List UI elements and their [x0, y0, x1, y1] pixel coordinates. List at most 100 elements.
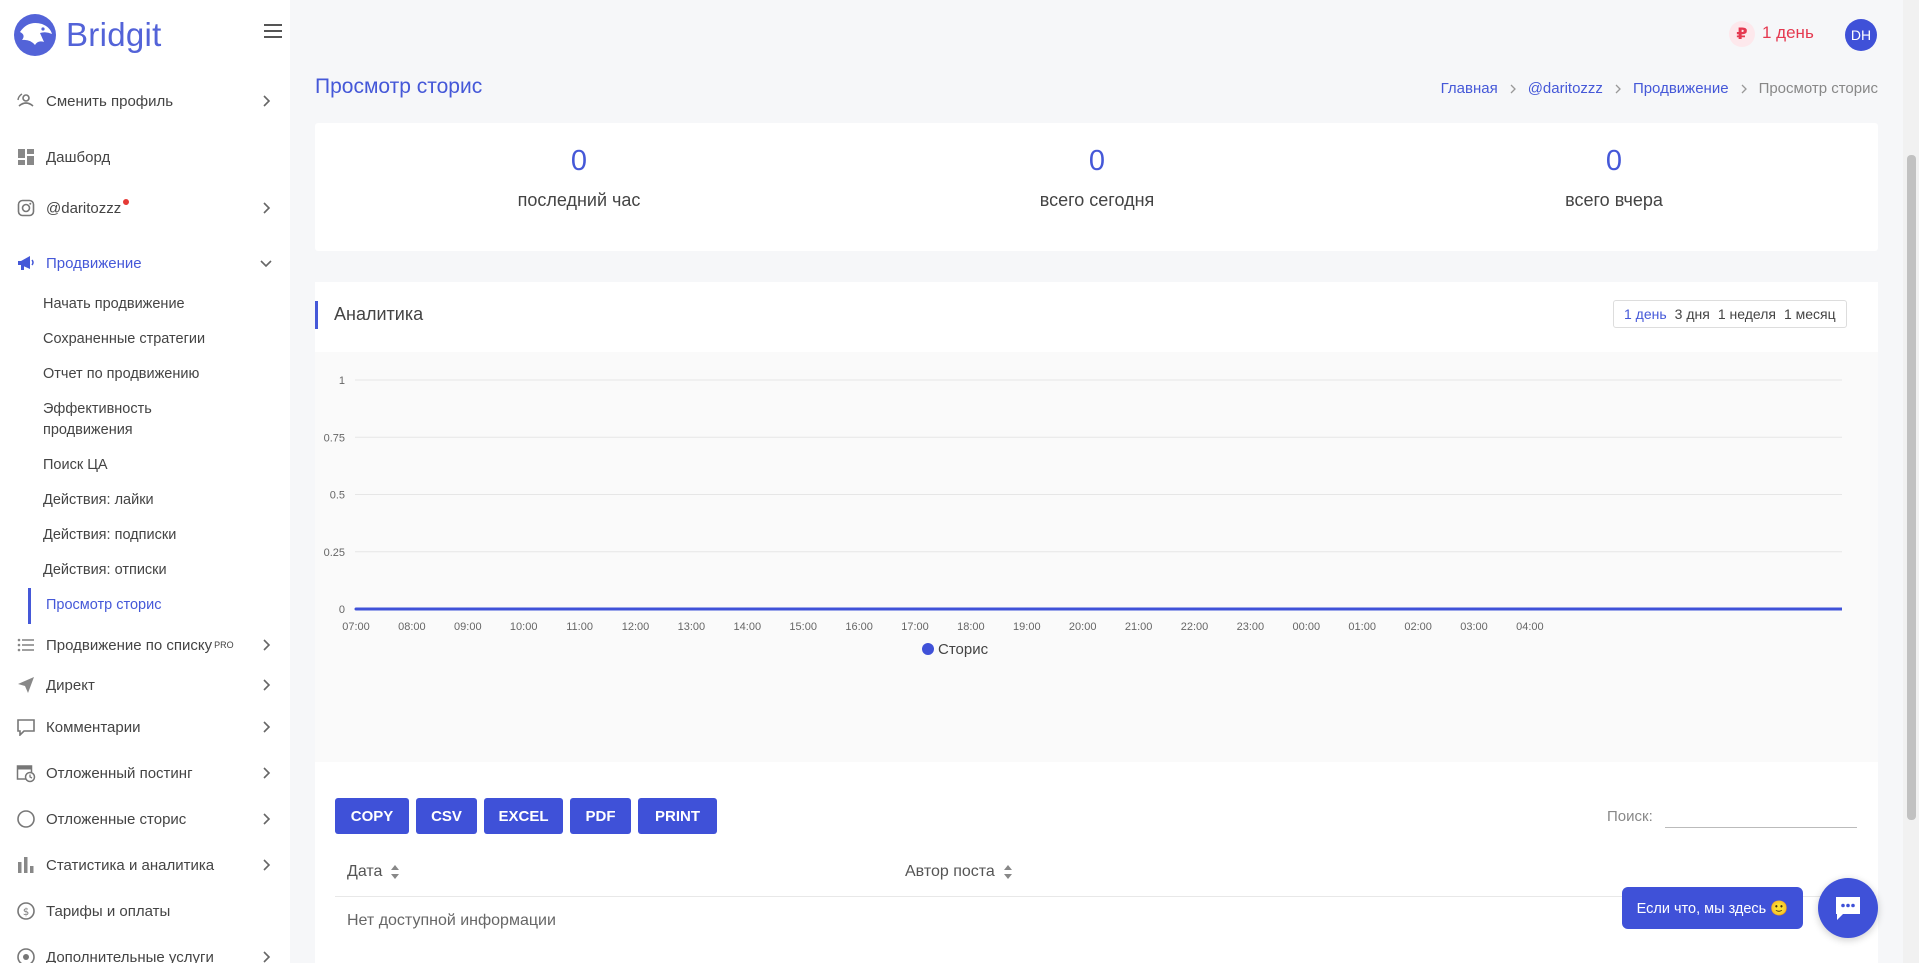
chart-area: 0 0.25 0.5 0.75 1 07:00 08:00 09:00 10:00 11:00 12… — [315, 352, 1878, 762]
subitem-audience-search[interactable]: Поиск ЦА — [43, 455, 243, 476]
chat-prompt[interactable]: Если что, мы здесь 🙂 — [1622, 887, 1803, 929]
data-point — [522, 607, 526, 611]
plan-remaining[interactable]: 1 день — [1762, 23, 1814, 43]
sidebar-item-scheduled-posting[interactable]: Отложенный постинг — [14, 756, 274, 790]
sort-icon — [1003, 865, 1012, 879]
circle-icon — [14, 807, 38, 831]
chevron-down-icon — [260, 260, 272, 268]
data-point — [969, 607, 973, 611]
x-tick-label: 09:00 — [454, 621, 482, 633]
data-point — [1416, 607, 1420, 611]
x-tick-label: 03:00 — [1460, 621, 1488, 633]
x-tick-label: 15:00 — [789, 621, 817, 633]
x-tick-label: 16:00 — [845, 621, 873, 633]
x-tick-label: 02:00 — [1404, 621, 1432, 633]
y-tick-label: 1 — [339, 375, 345, 387]
print-button[interactable]: PRINT — [638, 798, 717, 834]
sidebar-item-comments[interactable]: Комментарии — [14, 710, 274, 744]
subitem-promotion-report[interactable]: Отчет по продвижению — [43, 364, 243, 385]
sidebar-item-label: @daritozzz — [46, 199, 122, 217]
calendar-clock-icon — [14, 761, 38, 785]
legend-label: Сторис — [938, 641, 989, 658]
search-input[interactable] — [1665, 798, 1857, 828]
page-title: Просмотр сторис — [315, 75, 483, 98]
subitem-actions-unfollows[interactable]: Действия: отписки — [43, 560, 243, 581]
excel-button[interactable]: EXCEL — [484, 798, 563, 834]
copy-button[interactable]: COPY — [335, 798, 409, 834]
range-3-days[interactable]: 3 дня — [1675, 306, 1710, 322]
sidebar-item-billing[interactable]: $ Тарифы и оплаты — [14, 894, 274, 928]
stat-value: 0 — [1088, 145, 1106, 177]
dollar-icon: $ — [14, 899, 38, 923]
subitem-actions-likes[interactable]: Действия: лайки — [43, 490, 243, 511]
sidebar-item-label: Тарифы и оплаты — [46, 902, 171, 920]
chevron-right-icon — [263, 95, 271, 107]
range-1-day[interactable]: 1 день — [1624, 306, 1667, 322]
y-tick-label: 0.25 — [324, 547, 345, 559]
sidebar-item-label: Дополнительные услуги — [46, 948, 214, 963]
menu-toggle-icon[interactable] — [264, 24, 282, 38]
x-tick-label: 17:00 — [901, 621, 929, 633]
scrollbar[interactable] — [1903, 0, 1919, 963]
csv-button[interactable]: CSV — [416, 798, 477, 834]
sidebar-item-scheduled-stories[interactable]: Отложенные сторис — [14, 802, 274, 836]
data-point — [745, 607, 749, 611]
sidebar-item-dashboard[interactable]: Дашборд — [14, 140, 274, 174]
column-date[interactable]: Дата — [347, 863, 400, 881]
subitem-saved-strategies[interactable]: Сохраненные стратегии — [43, 329, 243, 350]
breadcrumb-home[interactable]: Главная — [1441, 80, 1498, 97]
stat-label: всего вчера — [1565, 190, 1663, 210]
sidebar-item-list-promotion[interactable]: Продвижение по списку PRO — [14, 628, 274, 662]
currency-icon[interactable]: ₽ — [1729, 21, 1755, 47]
brand[interactable]: Bridgit — [10, 12, 162, 58]
sidebar-item-label: Отложенный постинг — [46, 764, 193, 782]
subitem-promotion-efficiency[interactable]: Эффективность продвижения — [43, 399, 193, 441]
chevron-right-icon — [1615, 84, 1621, 93]
range-1-month[interactable]: 1 месяц — [1784, 306, 1836, 322]
x-tick-label: 07:00 — [342, 621, 370, 633]
sidebar-item-account[interactable]: @daritozzz — [14, 191, 274, 225]
breadcrumb-promotion[interactable]: Продвижение — [1633, 80, 1729, 97]
legend-marker — [922, 643, 934, 655]
subitem-start-promotion[interactable]: Начать продвижение — [43, 294, 243, 315]
data-point — [1472, 607, 1476, 611]
empty-table-message: Нет доступной информации — [347, 912, 556, 929]
sidebar-item-direct[interactable]: Директ — [14, 668, 274, 702]
data-point — [634, 607, 637, 611]
x-tick-label: 23:00 — [1237, 621, 1265, 633]
x-tick-label: 11:00 — [566, 621, 593, 633]
data-point — [466, 607, 470, 611]
avatar[interactable]: DH — [1845, 19, 1877, 51]
range-1-week[interactable]: 1 неделя — [1718, 306, 1776, 322]
pdf-button[interactable]: PDF — [570, 798, 631, 834]
breadcrumb-account[interactable]: @daritozzz — [1528, 80, 1603, 97]
chat-button[interactable] — [1818, 878, 1878, 938]
megaphone-icon — [14, 251, 38, 275]
sidebar-item-extra-services[interactable]: Дополнительные услуги — [14, 940, 274, 963]
x-tick-label: 13:00 — [678, 621, 706, 633]
subitem-stories-view[interactable]: Просмотр сторис — [46, 595, 246, 616]
stat-label: всего сегодня — [1039, 190, 1155, 210]
breadcrumb-current: Просмотр сторис — [1758, 80, 1878, 97]
scroll-thumb[interactable] — [1907, 155, 1916, 820]
column-post-author[interactable]: Автор поста — [905, 863, 1013, 881]
sidebar-item-promotion[interactable]: Продвижение — [14, 246, 274, 280]
x-tick-label: 19:00 — [1013, 621, 1041, 633]
y-tick-label: 0.5 — [330, 490, 345, 502]
subitem-actions-follows[interactable]: Действия: подписки — [43, 525, 243, 546]
breadcrumb: Главная @daritozzz Продвижение Просмотр … — [1441, 80, 1878, 97]
analytics-title: Аналитика — [334, 304, 424, 324]
bar-chart-icon — [14, 853, 38, 877]
svg-text:$: $ — [23, 907, 29, 918]
sidebar-item-switch-profile[interactable]: Сменить профиль — [14, 84, 274, 118]
sort-icon — [391, 865, 400, 879]
chat-icon — [1836, 897, 1860, 920]
chevron-right-icon — [263, 679, 271, 691]
sidebar-item-statistics[interactable]: Статистика и аналитика — [14, 848, 274, 882]
sidebar: Bridgit Сменить профиль Дашборд @daritoz… — [0, 0, 290, 963]
stat-last-hour: 0 последний час — [429, 145, 729, 211]
data-point — [913, 607, 917, 611]
data-point — [1248, 607, 1252, 611]
dashboard-icon — [14, 145, 38, 169]
data-point — [1304, 607, 1308, 611]
